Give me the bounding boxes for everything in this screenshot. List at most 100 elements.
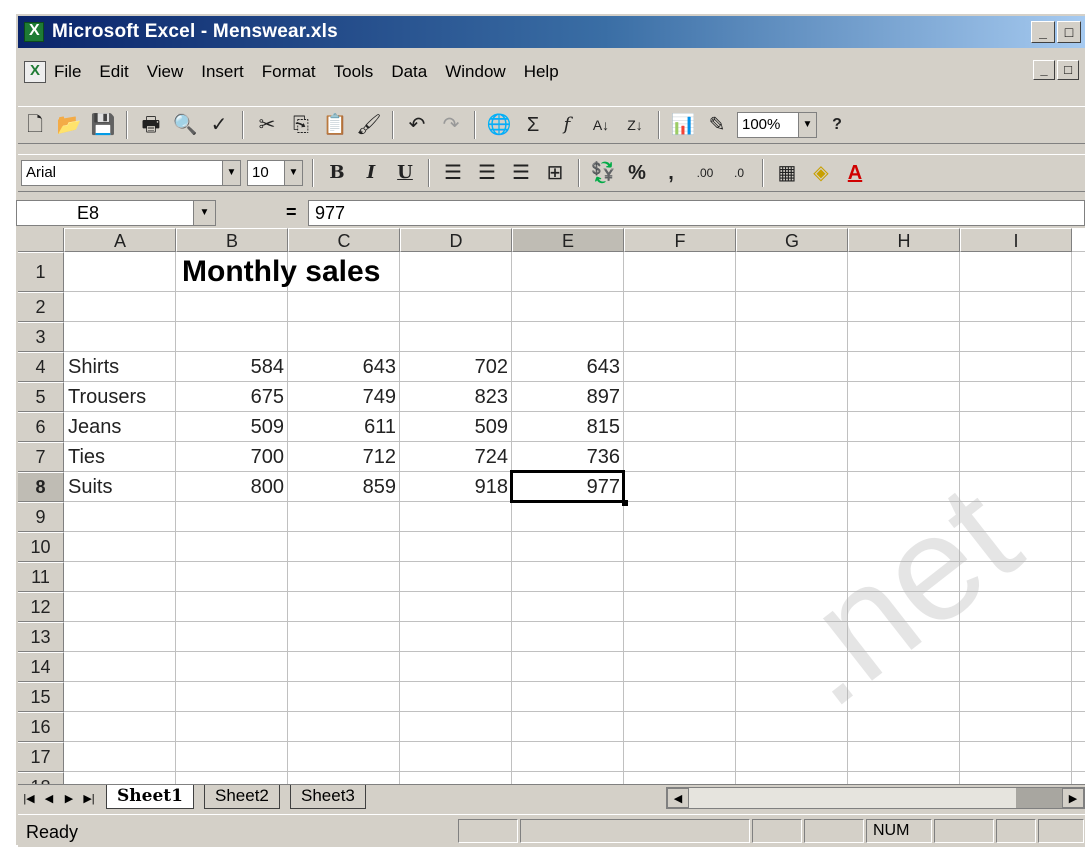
align-center-icon[interactable]: ☰ (472, 158, 502, 188)
cell-label[interactable]: Ties (64, 442, 176, 472)
last-sheet-icon[interactable]: ▶| (80, 789, 98, 809)
sheet-title-cell[interactable]: Monthly sales (176, 252, 512, 292)
row-header-11[interactable]: 11 (18, 562, 64, 592)
cell-value[interactable]: 611 (288, 412, 400, 442)
help-icon[interactable]: ? (822, 110, 852, 140)
bold-button[interactable]: B (322, 158, 352, 188)
row-header-2[interactable]: 2 (18, 292, 64, 322)
column-header-b[interactable]: B (176, 228, 288, 252)
menu-help[interactable]: Help (524, 62, 559, 82)
print-icon[interactable]: 🖶 (136, 110, 166, 140)
scroll-right-icon[interactable]: ▶ (1062, 788, 1084, 808)
sort-desc-icon[interactable]: Z↓ (620, 110, 650, 140)
web-icon[interactable]: 🌐 (484, 110, 514, 140)
row-header-13[interactable]: 13 (18, 622, 64, 652)
borders-icon[interactable]: ▦ (772, 158, 802, 188)
spelling-icon[interactable]: ✓ (204, 110, 234, 140)
prev-sheet-icon[interactable]: ◀ (40, 789, 58, 809)
chart-wizard-icon[interactable]: 📊 (668, 110, 698, 140)
cell-label[interactable]: Jeans (64, 412, 176, 442)
row-header-12[interactable]: 12 (18, 592, 64, 622)
row-header-6[interactable]: 6 (18, 412, 64, 442)
cell-value[interactable]: 724 (400, 442, 512, 472)
row-header-14[interactable]: 14 (18, 652, 64, 682)
tab-sheet2[interactable]: Sheet2 (204, 785, 280, 809)
row-header-1[interactable]: 1 (18, 252, 64, 292)
redo-icon[interactable]: ↷ (436, 110, 466, 140)
copy-icon[interactable]: ⎘ (286, 110, 316, 140)
column-header-h[interactable]: H (848, 228, 960, 252)
font-select[interactable]: Arial ▼ (21, 160, 241, 186)
row-header-16[interactable]: 16 (18, 712, 64, 742)
sort-asc-icon[interactable]: A↓ (586, 110, 616, 140)
cell-value[interactable]: 800 (176, 472, 288, 502)
menu-format[interactable]: Format (262, 62, 316, 82)
workbook-restore-button[interactable]: □ (1057, 60, 1079, 80)
cell-value[interactable]: 509 (176, 412, 288, 442)
font-color-icon[interactable]: A (840, 158, 870, 188)
column-header-f[interactable]: F (624, 228, 736, 252)
maximize-button[interactable]: □ (1057, 21, 1081, 43)
row-header-8[interactable]: 8 (18, 472, 64, 502)
cell-value[interactable]: 702 (400, 352, 512, 382)
row-header-7[interactable]: 7 (18, 442, 64, 472)
workbook-minimize-button[interactable]: _ (1033, 60, 1055, 80)
cell-value[interactable]: 897 (512, 382, 624, 412)
minimize-button[interactable]: _ (1031, 21, 1055, 43)
row-header-5[interactable]: 5 (18, 382, 64, 412)
workbook-icon[interactable] (24, 61, 46, 83)
next-sheet-icon[interactable]: ▶ (60, 789, 78, 809)
comma-button[interactable]: , (656, 158, 686, 188)
cell-value[interactable]: 823 (400, 382, 512, 412)
row-header-3[interactable]: 3 (18, 322, 64, 352)
underline-button[interactable]: U (390, 158, 420, 188)
column-header-c[interactable]: C (288, 228, 400, 252)
row-header-18[interactable]: 18 (18, 772, 64, 784)
cell-value[interactable]: 977 (512, 472, 624, 502)
chevron-down-icon[interactable]: ▼ (798, 113, 816, 137)
chevron-down-icon[interactable]: ▼ (193, 201, 215, 225)
merge-center-icon[interactable]: ⊞ (540, 158, 570, 188)
chevron-down-icon[interactable]: ▼ (222, 161, 240, 185)
fill-color-icon[interactable]: ◈ (806, 158, 836, 188)
zoom-select[interactable]: 100% ▼ (737, 112, 817, 138)
currency-icon[interactable]: 💱 (588, 158, 618, 188)
cut-icon[interactable]: ✂ (252, 110, 282, 140)
menu-window[interactable]: Window (445, 62, 505, 82)
cell-label[interactable]: Shirts (64, 352, 176, 382)
column-header-i[interactable]: I (960, 228, 1072, 252)
menu-file[interactable]: File (54, 62, 81, 82)
row-header-17[interactable]: 17 (18, 742, 64, 772)
paste-icon[interactable]: 📋 (320, 110, 350, 140)
decrease-decimal-icon[interactable]: .0 (724, 158, 754, 188)
formula-input[interactable]: 977 (308, 200, 1085, 226)
format-painter-icon[interactable]: 🖌 (354, 110, 384, 140)
new-icon[interactable]: 🗋 (20, 110, 50, 140)
menu-tools[interactable]: Tools (334, 62, 374, 82)
cell-value[interactable]: 736 (512, 442, 624, 472)
column-header-d[interactable]: D (400, 228, 512, 252)
cell-value[interactable]: 859 (288, 472, 400, 502)
name-box[interactable]: E8 ▼ (16, 200, 216, 226)
cell-value[interactable]: 675 (176, 382, 288, 412)
drawing-icon[interactable]: ✎ (702, 110, 732, 140)
cell-value[interactable]: 749 (288, 382, 400, 412)
scroll-thumb[interactable] (1016, 788, 1062, 808)
first-sheet-icon[interactable]: |◀ (20, 789, 38, 809)
function-icon[interactable]: f (552, 110, 582, 140)
column-header-g[interactable]: G (736, 228, 848, 252)
menu-data[interactable]: Data (391, 62, 427, 82)
row-header-4[interactable]: 4 (18, 352, 64, 382)
horizontal-scrollbar[interactable]: ◀ ▶ (666, 787, 1085, 809)
column-header-e[interactable]: E (512, 228, 624, 252)
menu-edit[interactable]: Edit (99, 62, 128, 82)
worksheet-grid[interactable]: ABCDEFGHI123456789101112131415161718Mont… (18, 228, 1085, 784)
cell-value[interactable]: 509 (400, 412, 512, 442)
autosum-icon[interactable]: Σ (518, 110, 548, 140)
cell-value[interactable]: 815 (512, 412, 624, 442)
formula-equals-icon[interactable]: = (286, 202, 297, 223)
font-size-select[interactable]: 10 ▼ (247, 160, 303, 186)
scroll-left-icon[interactable]: ◀ (667, 788, 689, 808)
cell-value[interactable]: 643 (288, 352, 400, 382)
menu-insert[interactable]: Insert (201, 62, 244, 82)
